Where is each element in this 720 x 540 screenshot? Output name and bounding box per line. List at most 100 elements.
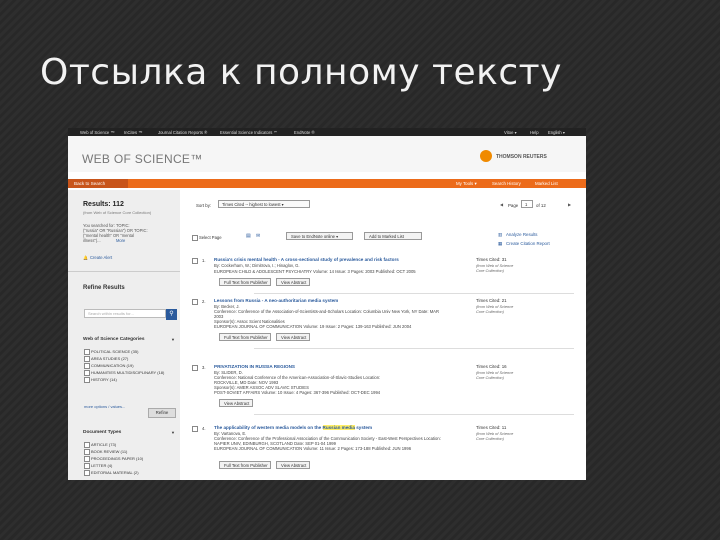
results-source: (from Web of Science Core Collection) — [83, 210, 152, 215]
sort-select[interactable]: Times Cited -- highest to lowest ▾ — [218, 200, 310, 208]
record-number: 1. — [202, 258, 206, 263]
category-item: HISTORY (14) — [91, 377, 117, 382]
doctype-item: PROCEEDINGS PAPER (10) — [91, 456, 144, 461]
bell-icon: 🔔 — [83, 255, 88, 260]
product-bar: Web of Science ™ InCites ™ Journal Citat… — [68, 128, 586, 136]
product-link-incites[interactable]: InCites ™ — [124, 130, 142, 135]
searched-line-4: illness")... — [83, 238, 101, 243]
view-abstract-button[interactable]: View Abstract — [276, 278, 310, 286]
record-title-link[interactable]: The applicability of western media model… — [214, 425, 372, 430]
print-icon[interactable]: ▤ — [246, 233, 251, 239]
page-number-input[interactable]: 1 — [521, 200, 533, 208]
back-to-search-button[interactable]: Back to Search — [68, 179, 128, 188]
record-number: 4. — [202, 426, 206, 431]
times-cited-link[interactable]: Times Cited: 11 — [476, 425, 506, 430]
slide-title: Отсылка к полному тексту — [40, 52, 562, 93]
category-checkbox[interactable] — [84, 356, 90, 362]
record-source: EUROPEAN JOURNAL OF COMMUNICATION Volume… — [214, 446, 412, 451]
doctype-checkbox[interactable] — [84, 456, 90, 462]
marked-list-link[interactable]: Marked List — [535, 181, 558, 186]
search-icon[interactable]: ⚲ — [166, 309, 177, 320]
full-text-button[interactable]: Full Text from Publisher — [219, 333, 271, 341]
product-link-endnote[interactable]: EndNote ® — [294, 130, 315, 135]
citation-report-link[interactable]: Create Citation Report — [506, 241, 550, 246]
record-number: 2. — [202, 299, 206, 304]
citation-report-icon[interactable]: ▦ — [498, 241, 502, 247]
thomson-reuters-logo-icon — [480, 150, 492, 162]
times-cited-link[interactable]: Times Cited: 31 — [476, 257, 507, 262]
record-checkbox[interactable] — [192, 426, 198, 432]
email-icon[interactable]: ✉ — [256, 233, 260, 239]
refine-results-heading: Refine Results — [83, 285, 125, 291]
view-abstract-button[interactable]: View Abstract — [276, 461, 310, 469]
product-link-esi[interactable]: Essential Science Indicators ℠ — [220, 130, 278, 135]
add-to-marked-list-button[interactable]: Add to Marked List — [364, 232, 422, 240]
times-cited-link[interactable]: Times Cited: 21 — [476, 298, 507, 303]
view-abstract-button[interactable]: View Abstract — [276, 333, 310, 341]
thomson-reuters-label: THOMSON REUTERS — [496, 154, 547, 160]
save-to-endnote-button[interactable]: Save to EndNote online ▾ — [286, 232, 353, 240]
record-title-link[interactable]: Russia's crisis mental health - A cross-… — [214, 257, 399, 262]
sort-label: Sort by: — [196, 203, 212, 208]
analyze-results-link[interactable]: Analyze Results — [506, 232, 537, 237]
product-link-wos[interactable]: Web of Science ™ — [80, 130, 115, 135]
search-term-highlight: Russian media — [322, 425, 355, 430]
record-title-link[interactable]: PRIVATIZATION IN RUSSIA REGIONS — [214, 364, 295, 369]
product-link-jcr[interactable]: Journal Citation Reports ® — [158, 130, 207, 135]
page-total: of 12 — [536, 203, 546, 208]
times-cited-link[interactable]: Times Cited: 16 — [476, 364, 507, 369]
category-checkbox[interactable] — [84, 370, 90, 376]
times-cited-source: Core Collection) — [476, 309, 504, 314]
more-options-link[interactable]: more options / values... — [84, 404, 125, 409]
times-cited-source: Core Collection) — [476, 375, 504, 380]
full-text-button[interactable]: Full Text from Publisher — [219, 278, 271, 286]
doctype-item: BOOK REVIEW (11) — [91, 449, 128, 454]
next-page-icon[interactable]: ▶ — [568, 202, 571, 207]
search-within-input[interactable]: Search within results for... — [84, 309, 166, 318]
document-types-heading: Document Types — [83, 430, 122, 435]
doctype-checkbox[interactable] — [84, 470, 90, 476]
record-checkbox[interactable] — [192, 258, 198, 264]
times-cited-source: Core Collection) — [476, 436, 504, 441]
full-text-button[interactable]: Full Text from Publisher — [219, 461, 271, 469]
category-checkbox[interactable] — [84, 349, 90, 355]
my-tools-menu[interactable]: My Tools ▾ — [456, 181, 477, 187]
doctype-item: LETTER (4) — [91, 463, 113, 468]
record-source: EUROPEAN CHILD & ADOLESCENT PSYCHIATRY V… — [214, 269, 416, 274]
category-item: AREA STUDIES (27) — [91, 356, 129, 361]
language-menu[interactable]: English ▾ — [548, 130, 565, 135]
record-checkbox[interactable] — [192, 365, 198, 371]
record-conference: Conference: Conference of the Associatio… — [214, 309, 439, 314]
chevron-down-icon[interactable]: ▼ — [171, 337, 175, 342]
doctype-checkbox[interactable] — [84, 442, 90, 448]
user-menu[interactable]: Vitoe ▾ — [504, 130, 517, 135]
doctype-checkbox[interactable] — [84, 449, 90, 455]
search-history-link[interactable]: Search History — [492, 181, 521, 186]
view-abstract-button[interactable]: View Abstract — [219, 399, 253, 407]
web-of-science-screenshot: Web of Science ™ InCites ™ Journal Citat… — [68, 128, 586, 480]
doctype-item: EDITORIAL MATERIAL (2) — [91, 470, 139, 475]
select-page-checkbox[interactable] — [192, 235, 198, 241]
create-alert-link[interactable]: Create Alert — [90, 255, 112, 260]
record-number: 3. — [202, 365, 206, 370]
help-link[interactable]: Help — [530, 130, 539, 135]
category-checkbox[interactable] — [84, 377, 90, 383]
record-checkbox[interactable] — [192, 299, 198, 305]
more-link[interactable]: More — [116, 238, 125, 243]
record-source: POST-SOVIET AFFAIRS Volume: 10 Issue: 4 … — [214, 390, 381, 395]
results-count: Results: 112 — [83, 201, 124, 208]
page-label: Page — [508, 203, 519, 208]
category-checkbox[interactable] — [84, 363, 90, 369]
prev-page-icon[interactable]: ◀ — [500, 202, 503, 207]
chevron-down-icon[interactable]: ▼ — [171, 430, 175, 435]
category-item: COMMUNICATION (19) — [91, 363, 134, 368]
record-divider — [254, 414, 574, 415]
wos-logo[interactable]: WEB OF SCIENCE™ — [82, 152, 203, 166]
category-item: HUMANITIES MULTIDISCIPLINARY (18) — [91, 370, 165, 375]
doctype-checkbox[interactable] — [84, 463, 90, 469]
record-title-link[interactable]: Lessons from Russia - A neo-authoritaria… — [214, 298, 338, 303]
record-divider — [254, 293, 574, 294]
select-page-label: Select Page — [199, 235, 222, 240]
analyze-icon[interactable]: ▥ — [498, 232, 502, 238]
refine-button[interactable]: Refine — [148, 408, 176, 418]
